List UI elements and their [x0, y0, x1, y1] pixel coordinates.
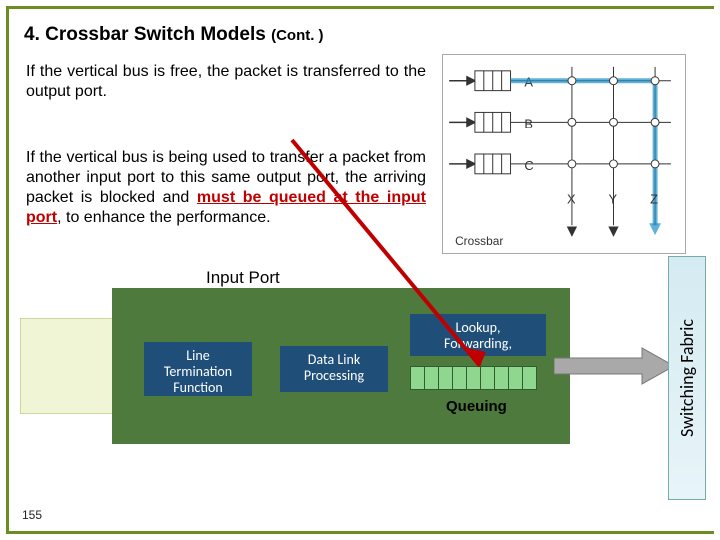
- row-c-label: C: [524, 158, 533, 173]
- line-termination-module: LineTerminationFunction: [144, 342, 252, 396]
- lookup-text: Lookup,Forwarding,: [444, 319, 512, 352]
- slide-title: 4. Crossbar Switch Models (Cont. ): [24, 24, 324, 46]
- data-link-module: Data LinkProcessing: [280, 346, 388, 392]
- queue-cell: [424, 366, 439, 390]
- queue-cell: [480, 366, 495, 390]
- title-main: 4. Crossbar Switch Models: [24, 24, 266, 45]
- paragraph-1: If the vertical bus is free, the packet …: [26, 62, 426, 102]
- queue-cell: [508, 366, 523, 390]
- arrow-to-fabric-icon: [554, 346, 674, 386]
- row-b-label: B: [524, 116, 533, 131]
- queue-cell: [466, 366, 481, 390]
- col-z-label: Z: [650, 192, 658, 207]
- input-port-label: Input Port: [206, 268, 280, 288]
- col-x-label: X: [567, 192, 576, 207]
- queue-cell: [452, 366, 467, 390]
- line-term-text: LineTerminationFunction: [164, 347, 232, 396]
- title-cont: (Cont. ): [271, 27, 323, 44]
- data-link-text: Data LinkProcessing: [304, 351, 364, 384]
- queue-cell: [438, 366, 453, 390]
- queue-buffer: [410, 366, 536, 390]
- para2-part-b: , to enhance the performance.: [57, 209, 270, 226]
- lookup-forwarding-module: Lookup,Forwarding,: [410, 314, 546, 356]
- queuing-label: Queuing: [446, 398, 507, 415]
- switching-fabric-text: Switching Fabric: [676, 319, 698, 437]
- crossbar-diagram: A B C X Y Z Crossbar: [442, 54, 686, 254]
- crossbar-caption: Crossbar: [455, 234, 503, 248]
- col-y-label: Y: [609, 192, 618, 207]
- queue-cell: [494, 366, 509, 390]
- queue-cell: [410, 366, 425, 390]
- paragraph-2: If the vertical bus is being used to tra…: [26, 148, 426, 228]
- switching-fabric-label: Switching Fabric: [668, 256, 706, 500]
- queue-cell: [522, 366, 537, 390]
- page-number: 155: [22, 508, 42, 522]
